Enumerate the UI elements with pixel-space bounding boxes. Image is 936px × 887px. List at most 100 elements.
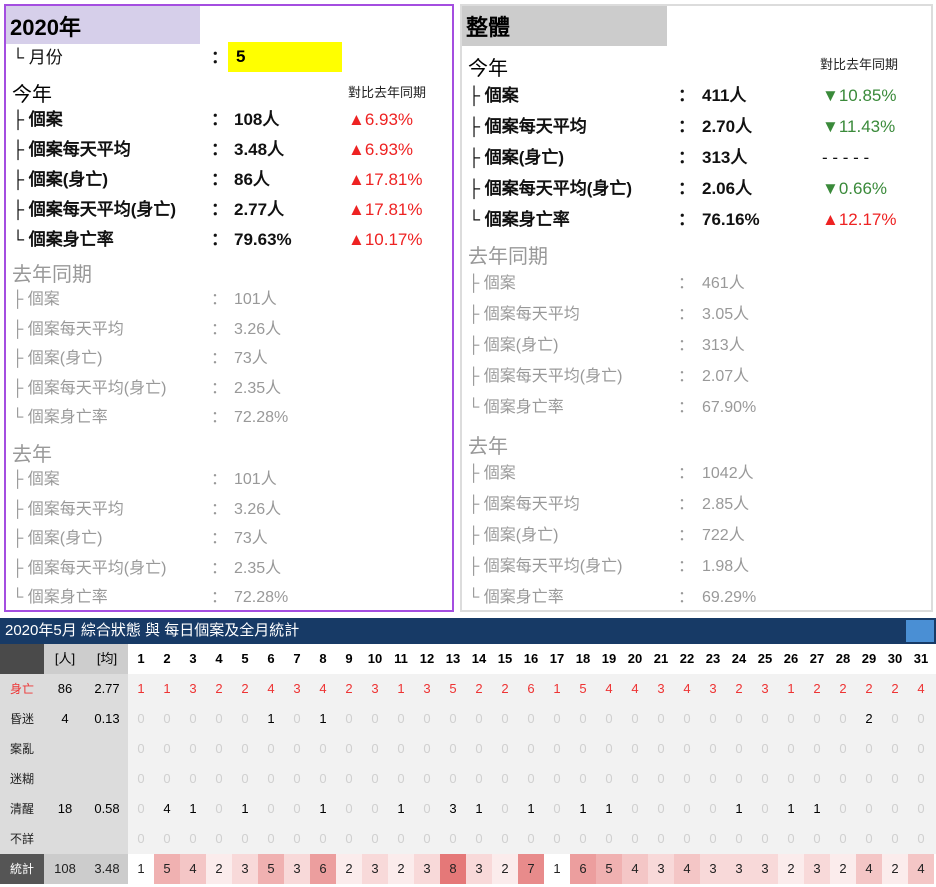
stat-value: 2.77人 xyxy=(234,200,285,219)
header-day: 12 xyxy=(414,644,440,674)
day-cell: 3 xyxy=(414,854,440,884)
day-cell: 0 xyxy=(735,831,743,846)
stat-row: ├ 個案每天平均 ： 2.70人 ▼11.43% xyxy=(462,113,927,141)
day-cell: 4 xyxy=(319,681,327,696)
day-cell: 1 xyxy=(397,801,405,816)
section-same-period: 去年同期 xyxy=(468,246,548,268)
day-cell: 3 xyxy=(752,854,778,884)
stat-row: ├ 個案每天平均(身亡) ： 2.35人 xyxy=(6,555,446,583)
colon: ： xyxy=(678,117,695,136)
day-cell: 0 xyxy=(293,771,301,786)
stat-label: ├ 個案每天平均(身亡) xyxy=(12,379,167,397)
day-cell: 1 xyxy=(189,801,197,816)
day-cell: 0 xyxy=(215,771,223,786)
stat-row: ├ 個案每天平均(身亡) ： 1.98人 xyxy=(462,553,927,581)
day-cell: 0 xyxy=(657,771,665,786)
row-label: 清醒 xyxy=(0,794,44,824)
row-people: 18 xyxy=(44,794,86,824)
stat-row: ├ 個案(身亡) ： 313人 xyxy=(462,332,927,360)
header-corner xyxy=(0,644,44,674)
day-cell: 8 xyxy=(440,854,466,884)
day-cell: 0 xyxy=(553,801,561,816)
day-cell: 4 xyxy=(631,681,639,696)
header-day: 23 xyxy=(700,644,726,674)
header-day: 19 xyxy=(596,644,622,674)
stat-label: ├ 個案每天平均(身亡) xyxy=(468,179,633,198)
stat-label: ├ 個案 xyxy=(12,291,60,308)
day-cell: 0 xyxy=(501,711,509,726)
stat-label: ├ 個案 xyxy=(468,465,516,482)
day-cell: 2 xyxy=(865,681,873,696)
stat-value: 2.07人 xyxy=(702,368,750,385)
row-label: 案亂 xyxy=(0,734,44,764)
day-cell: 0 xyxy=(371,741,379,756)
panel-title: 2020年 xyxy=(6,6,200,44)
day-cell: 0 xyxy=(579,831,587,846)
day-cell: 0 xyxy=(787,711,795,726)
day-cell: 0 xyxy=(891,831,899,846)
day-cell: 2 xyxy=(813,681,821,696)
header-day: 20 xyxy=(622,644,648,674)
day-cell: 1 xyxy=(163,681,171,696)
day-cell: 0 xyxy=(761,801,769,816)
day-cell: 2 xyxy=(345,681,353,696)
day-cell: 0 xyxy=(579,771,587,786)
day-cell: 0 xyxy=(553,711,561,726)
day-cell: 0 xyxy=(631,801,639,816)
day-cell: 4 xyxy=(622,854,648,884)
colon: ： xyxy=(211,589,228,606)
colon: ： xyxy=(678,527,695,544)
colon: ： xyxy=(211,320,228,338)
day-cell: 0 xyxy=(241,831,249,846)
day-cell: 0 xyxy=(735,711,743,726)
day-cell: 0 xyxy=(891,711,899,726)
day-cell: 2 xyxy=(891,681,899,696)
day-cell: 0 xyxy=(423,771,431,786)
day-cell: 0 xyxy=(501,741,509,756)
compare-value: ▲12.17% xyxy=(822,210,897,229)
day-cell: 4 xyxy=(683,681,691,696)
day-cell: 2 xyxy=(839,681,847,696)
stat-value: 2.70人 xyxy=(702,117,753,136)
day-cell: 1 xyxy=(475,801,483,816)
day-cell: 0 xyxy=(163,831,171,846)
toggle-button[interactable] xyxy=(906,620,934,642)
day-cell: 0 xyxy=(449,741,457,756)
day-cell: 0 xyxy=(709,831,717,846)
stat-label: ├ 個案 xyxy=(12,110,63,129)
day-cell: 0 xyxy=(527,831,535,846)
row-label: 統計 xyxy=(0,854,44,884)
day-cell: 0 xyxy=(553,771,561,786)
header-day: 10 xyxy=(362,644,388,674)
row-average: 3.48 xyxy=(86,854,128,884)
day-cell: 0 xyxy=(709,741,717,756)
day-cell: 0 xyxy=(345,771,353,786)
stat-label: └ 個案身亡率 xyxy=(12,409,108,426)
compare-value: ▲17.81% xyxy=(348,170,423,189)
day-cell: 0 xyxy=(761,741,769,756)
stat-row: ├ 個案 ： 461人 xyxy=(462,270,927,298)
stat-row: ├ 個案每天平均(身亡) ： 2.77人 ▲17.81% xyxy=(6,196,446,224)
day-cell: 3 xyxy=(449,801,457,816)
day-cell: 0 xyxy=(657,801,665,816)
day-cell: 0 xyxy=(865,771,873,786)
day-cell: 0 xyxy=(371,801,379,816)
day-cell: 0 xyxy=(787,771,795,786)
day-cell: 0 xyxy=(683,711,691,726)
day-cell: 0 xyxy=(501,831,509,846)
colon: ： xyxy=(211,471,228,488)
day-cell: 0 xyxy=(163,771,171,786)
colon: ： xyxy=(211,291,228,308)
day-cell: 3 xyxy=(189,681,197,696)
day-cell: 4 xyxy=(180,854,206,884)
day-cell: 0 xyxy=(371,831,379,846)
day-cell: 5 xyxy=(154,854,180,884)
day-cell: 0 xyxy=(319,771,327,786)
month-input[interactable]: 5 xyxy=(228,42,342,72)
row-people: 4 xyxy=(44,704,86,734)
row-label: 身亡 xyxy=(0,674,44,704)
day-cell: 0 xyxy=(241,771,249,786)
colon: ： xyxy=(211,379,228,397)
stat-label: ├ 個案(身亡) xyxy=(12,530,103,547)
day-cell: 0 xyxy=(917,741,925,756)
